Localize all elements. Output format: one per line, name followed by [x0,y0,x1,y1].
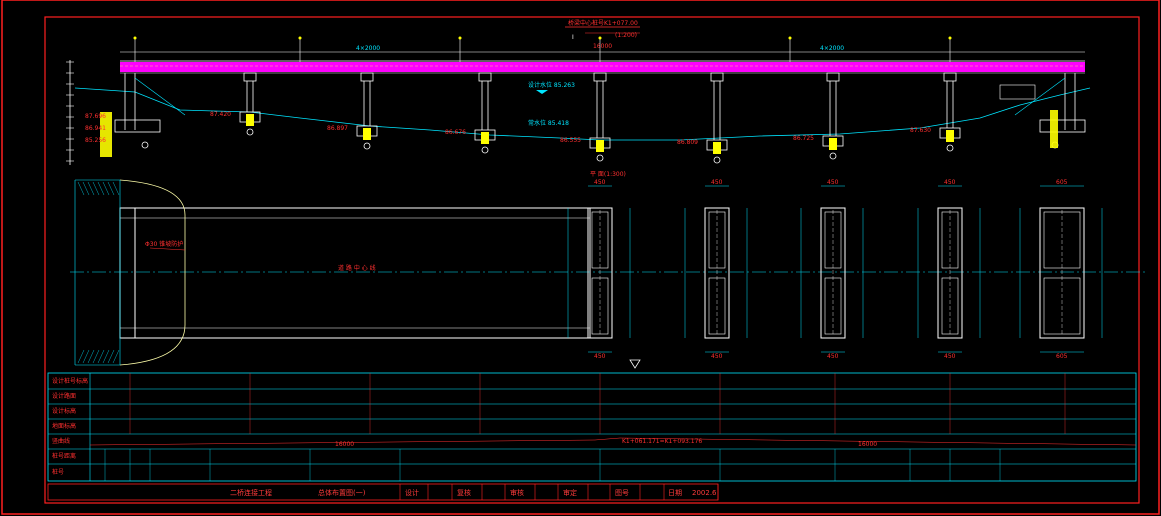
tb-project: 二桥连接工程 [230,488,272,497]
table-row-label: 设计桩号标高 [52,377,88,385]
pier: 87.630 [910,72,961,152]
elev-left-1: 87.696 [85,113,106,120]
lamp-icon [598,36,602,40]
abutment-right [999,73,1086,149]
elevation-title: 桥梁中心桩号K1+077.00 [568,19,638,27]
table-row-label: 设计路面 [52,392,76,400]
pier-plan: 450 450 [567,179,631,360]
table-row-label: 桩号距离 [52,452,76,460]
dim-bottom: 605 [1056,353,1068,360]
span-left-label: 4×2000 [356,45,380,52]
lamp-icon [458,36,462,40]
north-arrow [629,359,641,369]
dim-top: 605 [1056,179,1068,186]
pier: 86.809 [677,72,728,164]
table-row-label: 设计标高 [52,407,76,415]
tb-date: 2002.6 [692,489,717,497]
abutment-left: 87.696 86.941 85.256 [85,73,186,157]
pier-elevation: 87.420 [210,111,231,118]
pier: 86.897 [327,72,378,150]
pier-elevation: 86.809 [677,139,698,146]
dim-bottom: 450 [711,353,723,360]
pier-elevation: 86.555 [560,137,581,144]
table-dim-1: 16000 [335,441,354,448]
table-dim-2: 16000 [858,441,877,448]
tb-sheet-title: 总体布置图(一) [318,488,366,497]
pier-plan: 450 450 [800,179,864,360]
station-main: K1+061.171=K1+093.176 [622,438,702,445]
water-level-1: 设计水位 85.263 [528,81,575,89]
dim-bottom: 450 [944,353,956,360]
tb-date-label: 日期 [668,489,682,497]
elev-left-3: 85.256 [85,137,106,144]
tb-review: 审核 [510,488,524,497]
pier-plan: 450 450 [917,179,981,360]
dim-top: 450 [827,179,839,186]
pier: 86.725 [793,72,844,160]
table-row-label: 地面标高 [52,422,76,430]
pier-elevation: 86.676 [445,129,466,136]
pier-plan: 450 450 [684,179,748,360]
elev-left-2: 86.941 [85,125,106,132]
plan-view: 平 面(1:300) 道 路 中 心 线 Φ30 锥坡防护 4504504504… [70,171,1145,369]
plan-label: 平 面(1:300) [590,171,626,178]
center-span-label: 16000 [593,43,612,50]
profile-table: 设计桩号标高设计路面设计标高地面标高竖曲线桩号距离桩号 K1+061.171=K… [47,372,1137,482]
tb-drawing-no: 图号 [615,489,629,497]
pier-elevation: 87.630 [910,127,931,134]
pier-elevation: 86.897 [327,125,348,132]
title-block: 二桥连接工程 总体布置图(一) 设计 复核 审核 审定 图号 日期 2002.6 [47,483,719,501]
lamp-icon [133,36,137,40]
tb-design: 设计 [405,488,419,497]
span-right-label: 4×2000 [820,45,844,52]
bridge-deck [120,62,1085,72]
dim-top: 450 [711,179,723,186]
table-row-label: 竖曲线 [52,437,70,445]
table-row-label: 桩号 [52,468,64,476]
pier-plan: 605 605 [1019,179,1103,360]
dim-top: 450 [944,179,956,186]
water-level-2: 常水位 85.418 [528,119,569,127]
outer-frame [1,0,1160,515]
elevation-view: 桥梁中心桩号K1+077.00 I (1:200) 4×2000 4×2000 … [66,19,1091,165]
road-axis-label: 道 路 中 心 线 [338,264,376,272]
lamp-icon [788,36,792,40]
pier-elevation: 86.725 [793,135,814,142]
cad-drawing: 桥梁中心桩号K1+077.00 I (1:200) 4×2000 4×2000 … [1,0,1160,515]
plan-note: Φ30 锥坡防护 [145,240,183,248]
pier: 86.676 [445,72,496,154]
dim-top: 450 [594,179,606,186]
lamp-icon [298,36,302,40]
dim-bottom: 450 [827,353,839,360]
pier: 87.420 [210,72,261,136]
plan-deck [119,207,591,339]
section-mark-I: I [572,34,574,41]
dim-bottom: 450 [594,353,606,360]
lamp-icon [948,36,952,40]
tb-approve: 审定 [563,488,577,497]
tb-check: 复核 [457,488,471,497]
